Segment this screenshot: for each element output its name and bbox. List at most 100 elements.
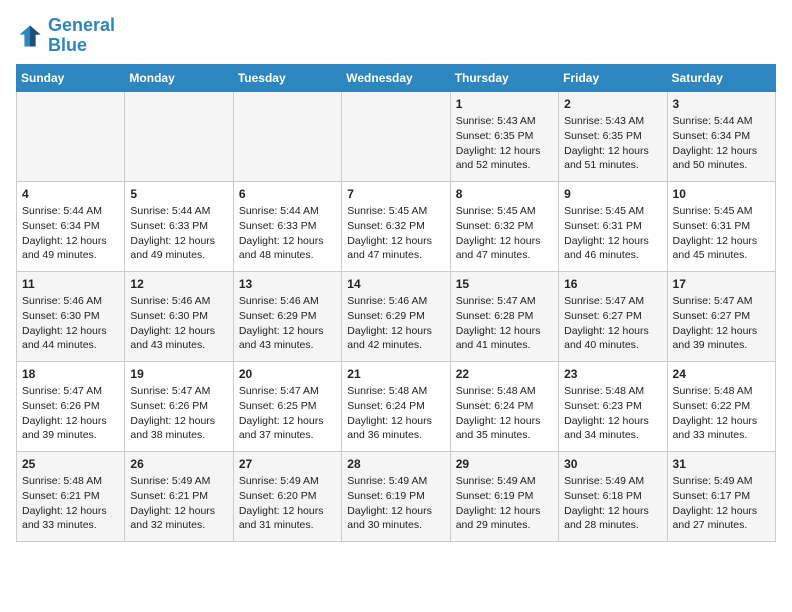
day-info: Sunset: 6:25 PM <box>239 399 336 414</box>
day-info: Sunrise: 5:44 AM <box>130 204 227 219</box>
day-info: and 49 minutes. <box>22 248 119 263</box>
day-number: 14 <box>347 276 444 293</box>
day-info: Sunrise: 5:48 AM <box>347 384 444 399</box>
day-info: Daylight: 12 hours <box>564 324 661 339</box>
calendar-cell: 13Sunrise: 5:46 AMSunset: 6:29 PMDayligh… <box>233 271 341 361</box>
calendar-cell: 29Sunrise: 5:49 AMSunset: 6:19 PMDayligh… <box>450 451 558 541</box>
logo: GeneralBlue <box>16 16 115 56</box>
day-info: and 52 minutes. <box>456 158 553 173</box>
day-info: and 35 minutes. <box>456 428 553 443</box>
calendar-cell: 14Sunrise: 5:46 AMSunset: 6:29 PMDayligh… <box>342 271 450 361</box>
day-info: Sunset: 6:26 PM <box>130 399 227 414</box>
day-number: 17 <box>673 276 770 293</box>
day-info: Sunrise: 5:46 AM <box>347 294 444 309</box>
header: GeneralBlue <box>16 16 776 56</box>
day-info: Daylight: 12 hours <box>347 324 444 339</box>
day-info: Daylight: 12 hours <box>239 504 336 519</box>
day-info: Sunset: 6:29 PM <box>239 309 336 324</box>
day-info: and 33 minutes. <box>22 518 119 533</box>
calendar-cell: 23Sunrise: 5:48 AMSunset: 6:23 PMDayligh… <box>559 361 667 451</box>
day-number: 18 <box>22 366 119 383</box>
day-number: 30 <box>564 456 661 473</box>
calendar-cell: 10Sunrise: 5:45 AMSunset: 6:31 PMDayligh… <box>667 181 775 271</box>
week-row-2: 4Sunrise: 5:44 AMSunset: 6:34 PMDaylight… <box>17 181 776 271</box>
day-number: 27 <box>239 456 336 473</box>
day-number: 16 <box>564 276 661 293</box>
day-info: Daylight: 12 hours <box>456 504 553 519</box>
logo-text: GeneralBlue <box>48 16 115 56</box>
day-info: Sunrise: 5:45 AM <box>347 204 444 219</box>
day-info: Sunrise: 5:47 AM <box>564 294 661 309</box>
day-info: Sunset: 6:28 PM <box>456 309 553 324</box>
day-info: Sunrise: 5:47 AM <box>673 294 770 309</box>
day-info: and 49 minutes. <box>130 248 227 263</box>
calendar-cell: 8Sunrise: 5:45 AMSunset: 6:32 PMDaylight… <box>450 181 558 271</box>
day-info: Sunrise: 5:45 AM <box>456 204 553 219</box>
day-info: Sunset: 6:21 PM <box>22 489 119 504</box>
day-number: 15 <box>456 276 553 293</box>
day-info: Sunrise: 5:45 AM <box>564 204 661 219</box>
day-info: Sunset: 6:32 PM <box>456 219 553 234</box>
day-number: 24 <box>673 366 770 383</box>
day-info: Sunrise: 5:44 AM <box>22 204 119 219</box>
day-info: Daylight: 12 hours <box>22 234 119 249</box>
day-info: Sunset: 6:19 PM <box>347 489 444 504</box>
calendar-cell: 22Sunrise: 5:48 AMSunset: 6:24 PMDayligh… <box>450 361 558 451</box>
day-info: Daylight: 12 hours <box>347 414 444 429</box>
day-info: Daylight: 12 hours <box>673 414 770 429</box>
calendar-cell: 15Sunrise: 5:47 AMSunset: 6:28 PMDayligh… <box>450 271 558 361</box>
calendar-cell: 17Sunrise: 5:47 AMSunset: 6:27 PMDayligh… <box>667 271 775 361</box>
day-info: and 38 minutes. <box>130 428 227 443</box>
day-info: Sunrise: 5:48 AM <box>673 384 770 399</box>
calendar-table: SundayMondayTuesdayWednesdayThursdayFrid… <box>16 64 776 542</box>
day-info: Sunset: 6:24 PM <box>347 399 444 414</box>
calendar-cell: 19Sunrise: 5:47 AMSunset: 6:26 PMDayligh… <box>125 361 233 451</box>
day-info: Sunrise: 5:46 AM <box>239 294 336 309</box>
calendar-cell: 25Sunrise: 5:48 AMSunset: 6:21 PMDayligh… <box>17 451 125 541</box>
calendar-cell <box>17 91 125 181</box>
day-info: Sunrise: 5:49 AM <box>673 474 770 489</box>
day-info: Sunset: 6:22 PM <box>673 399 770 414</box>
calendar-cell: 26Sunrise: 5:49 AMSunset: 6:21 PMDayligh… <box>125 451 233 541</box>
day-info: and 31 minutes. <box>239 518 336 533</box>
day-number: 7 <box>347 186 444 203</box>
day-info: Sunset: 6:18 PM <box>564 489 661 504</box>
day-info: Sunset: 6:33 PM <box>130 219 227 234</box>
calendar-cell: 9Sunrise: 5:45 AMSunset: 6:31 PMDaylight… <box>559 181 667 271</box>
calendar-cell: 4Sunrise: 5:44 AMSunset: 6:34 PMDaylight… <box>17 181 125 271</box>
day-info: Sunset: 6:27 PM <box>564 309 661 324</box>
day-info: Sunset: 6:34 PM <box>22 219 119 234</box>
day-info: Daylight: 12 hours <box>22 504 119 519</box>
header-day-wednesday: Wednesday <box>342 64 450 91</box>
calendar-header-row: SundayMondayTuesdayWednesdayThursdayFrid… <box>17 64 776 91</box>
day-info: Daylight: 12 hours <box>130 234 227 249</box>
day-number: 13 <box>239 276 336 293</box>
day-info: Daylight: 12 hours <box>347 504 444 519</box>
calendar-cell: 16Sunrise: 5:47 AMSunset: 6:27 PMDayligh… <box>559 271 667 361</box>
calendar-cell: 7Sunrise: 5:45 AMSunset: 6:32 PMDaylight… <box>342 181 450 271</box>
calendar-cell: 27Sunrise: 5:49 AMSunset: 6:20 PMDayligh… <box>233 451 341 541</box>
day-info: Sunset: 6:23 PM <box>564 399 661 414</box>
day-info: Daylight: 12 hours <box>673 144 770 159</box>
day-info: and 41 minutes. <box>456 338 553 353</box>
day-info: and 42 minutes. <box>347 338 444 353</box>
calendar-cell: 3Sunrise: 5:44 AMSunset: 6:34 PMDaylight… <box>667 91 775 181</box>
day-info: Sunrise: 5:48 AM <box>22 474 119 489</box>
day-info: Sunset: 6:35 PM <box>456 129 553 144</box>
day-number: 19 <box>130 366 227 383</box>
day-info: Daylight: 12 hours <box>239 324 336 339</box>
day-info: and 44 minutes. <box>22 338 119 353</box>
day-info: Sunset: 6:26 PM <box>22 399 119 414</box>
day-info: Daylight: 12 hours <box>347 234 444 249</box>
day-info: Daylight: 12 hours <box>130 504 227 519</box>
calendar-cell: 5Sunrise: 5:44 AMSunset: 6:33 PMDaylight… <box>125 181 233 271</box>
day-info: Sunrise: 5:49 AM <box>456 474 553 489</box>
calendar-cell: 20Sunrise: 5:47 AMSunset: 6:25 PMDayligh… <box>233 361 341 451</box>
day-info: and 34 minutes. <box>564 428 661 443</box>
header-day-monday: Monday <box>125 64 233 91</box>
day-info: and 29 minutes. <box>456 518 553 533</box>
day-info: and 39 minutes. <box>22 428 119 443</box>
day-info: and 43 minutes. <box>130 338 227 353</box>
day-number: 12 <box>130 276 227 293</box>
day-info: Daylight: 12 hours <box>130 414 227 429</box>
